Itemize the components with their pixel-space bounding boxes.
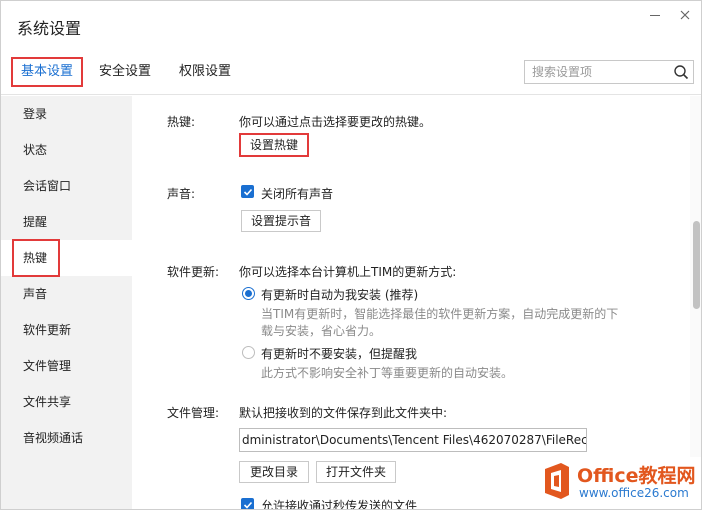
watermark-url: www.office26.com (579, 486, 689, 500)
file-management-description: 默认把接收到的文件保存到此文件夹中: (239, 406, 448, 420)
hotkey-description: 你可以通过点击选择要更改的热键。 (239, 115, 432, 129)
watermark-logo: Office教程网 www.office26.com (535, 457, 701, 509)
open-folder-button[interactable]: 打开文件夹 (316, 461, 396, 483)
settings-sidebar: 登录 状态 会话窗口 提醒 热键 声音 软件更新 文件管理 文件共享 音视频通话 (1, 96, 132, 509)
hotkey-highlight-box (12, 239, 60, 277)
download-path-field[interactable]: dministrator\Documents\Tencent Files\462… (239, 428, 587, 452)
tab-permission-settings[interactable]: 权限设置 (171, 57, 239, 87)
watermark-name: Office教程网 (577, 465, 696, 487)
mute-all-label: 关闭所有声音 (261, 187, 334, 201)
sidebar-item-file-management[interactable]: 文件管理 (1, 348, 132, 384)
search-box (524, 60, 694, 84)
notify-only-radio[interactable] (242, 346, 255, 359)
sidebar-item-sound[interactable]: 声音 (1, 276, 132, 312)
file-management-label: 文件管理: (167, 406, 220, 420)
checkmark-icon (243, 501, 252, 509)
auto-install-radio[interactable] (242, 287, 255, 300)
update-label: 软件更新: (167, 265, 220, 279)
window-title: 系统设置 (17, 19, 82, 38)
tab-security-settings[interactable]: 安全设置 (91, 57, 159, 87)
set-hotkey-button[interactable]: 设置热键 (239, 133, 309, 157)
update-description: 你可以选择本台计算机上TIM的更新方式: (239, 265, 457, 279)
set-alert-sound-button[interactable]: 设置提示音 (241, 210, 321, 232)
scrollbar-thumb[interactable] (693, 221, 700, 309)
search-icon[interactable] (673, 64, 689, 80)
checkmark-icon (243, 188, 252, 196)
minimize-icon (650, 14, 660, 16)
auto-install-note-line1: 当TIM有更新时，智能选择最佳的软件更新方案，自动完成更新的下 (261, 307, 619, 321)
search-input[interactable] (525, 61, 665, 83)
sidebar-item-file-sharing[interactable]: 文件共享 (1, 384, 132, 420)
settings-content: 热键: 你可以通过点击选择要更改的热键。 设置热键 声音: 关闭所有声音 设置提… (132, 96, 690, 510)
notify-only-label: 有更新时不要安装，但提醒我 (261, 347, 418, 361)
sidebar-item-status[interactable]: 状态 (1, 132, 132, 168)
change-directory-button[interactable]: 更改目录 (239, 461, 309, 483)
auto-install-note-line2: 载与安装，省心省力。 (261, 324, 382, 338)
sidebar-item-login[interactable]: 登录 (1, 96, 132, 132)
sidebar-item-software-update[interactable]: 软件更新 (1, 312, 132, 348)
sidebar-item-chat-window[interactable]: 会话窗口 (1, 168, 132, 204)
tab-basic-settings[interactable]: 基本设置 (11, 57, 84, 87)
auto-install-label: 有更新时自动为我安装 (推荐) (261, 288, 419, 302)
close-icon (680, 10, 690, 20)
settings-window: 系统设置 基本设置 安全设置 权限设置 登录 状态 会话窗口 提醒 热键 声音 … (0, 0, 702, 510)
sound-label: 声音: (167, 187, 196, 201)
notify-only-note: 此方式不影响安全补丁等重要更新的自动安装。 (261, 366, 514, 380)
sidebar-item-av-call[interactable]: 音视频通话 (1, 420, 132, 456)
title-bar: 系统设置 (1, 1, 701, 47)
close-button[interactable] (671, 5, 699, 25)
office-logo-icon (545, 463, 569, 499)
allow-fast-transfer-checkbox[interactable] (241, 498, 254, 509)
sidebar-item-reminder[interactable]: 提醒 (1, 204, 132, 240)
hotkey-label: 热键: (167, 115, 196, 129)
allow-fast-transfer-label: 允许接收通过秒传发送的文件 (261, 499, 418, 510)
content-scrollbar[interactable] (690, 96, 701, 509)
mute-all-checkbox[interactable] (241, 185, 254, 198)
minimize-button[interactable] (641, 5, 669, 25)
